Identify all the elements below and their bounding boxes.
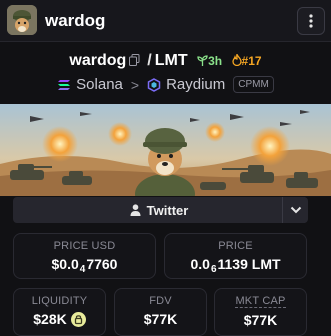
seedling-icon: [197, 55, 208, 66]
trending-rank-text: #17: [241, 54, 262, 68]
price-native-zero-count: 6: [210, 264, 217, 275]
price-usd-value: $0.047760: [14, 256, 155, 275]
socials-dropdown-button[interactable]: [282, 197, 308, 223]
token-banner-image: [0, 104, 331, 196]
trending-rank[interactable]: #17: [231, 52, 262, 68]
solana-icon: [58, 79, 71, 90]
price-native-label: PRICE: [218, 240, 253, 252]
raydium-icon: [147, 77, 161, 92]
pair-title: wardog / LMT 3h #17: [0, 52, 331, 70]
price-native-prefix: 0.0: [190, 256, 210, 272]
copy-icon[interactable]: [129, 53, 140, 66]
flame-icon: [231, 52, 242, 67]
more-menu-button[interactable]: [297, 7, 325, 35]
market-cap-label[interactable]: MKT CAP: [235, 295, 286, 308]
pair-age: 3h: [197, 54, 222, 68]
fdv-value: $77K: [143, 311, 178, 327]
price-usd-zero-count: 4: [79, 264, 86, 275]
chevron-down-icon: [290, 206, 301, 214]
price-native-value: 0.061139 LMT: [165, 256, 306, 275]
token-avatar: [7, 5, 37, 35]
price-usd-digits: 7760: [86, 256, 118, 272]
liquidity-value-row: $28K: [14, 311, 105, 327]
market-cap-card: MKT CAP $77K: [214, 288, 307, 336]
pool-type-badge: CPMM: [233, 76, 274, 93]
lock-icon[interactable]: [70, 312, 86, 327]
price-usd-label: PRICE USD: [53, 240, 116, 252]
liquidity-card: LIQUIDITY $28K: [13, 288, 106, 336]
twitter-link-button[interactable]: Twitter: [13, 197, 305, 223]
chain-breadcrumb: Solana > Raydium CPMM: [0, 76, 331, 93]
price-usd-prefix: $0.0: [51, 256, 79, 272]
twitter-label: Twitter: [146, 202, 189, 218]
chain-name[interactable]: Solana: [76, 76, 123, 93]
pair-age-text: 3h: [208, 54, 223, 68]
price-usd-card: PRICE USD $0.047760: [13, 233, 156, 279]
pair-separator: /: [147, 52, 152, 69]
fdv-card: FDV $77K: [114, 288, 207, 336]
price-native-digits: 1139 LMT: [217, 256, 281, 272]
fdv-label: FDV: [149, 295, 172, 307]
token-header-bar: wardog: [0, 0, 331, 42]
dex-name[interactable]: Raydium: [166, 76, 225, 93]
chevron-right-icon: >: [130, 76, 140, 93]
base-symbol: wardog: [69, 52, 127, 69]
quote-symbol: LMT: [154, 52, 188, 69]
market-cap-label-wrap: MKT CAP: [215, 295, 306, 308]
liquidity-value: $28K: [33, 311, 67, 327]
liquidity-label: LIQUIDITY: [31, 295, 88, 307]
market-cap-value: $77K: [243, 312, 278, 328]
user-icon: [130, 204, 141, 216]
token-name: wardog: [45, 11, 106, 30]
more-vertical-icon: [309, 14, 313, 28]
price-native-card: PRICE 0.061139 LMT: [164, 233, 307, 279]
